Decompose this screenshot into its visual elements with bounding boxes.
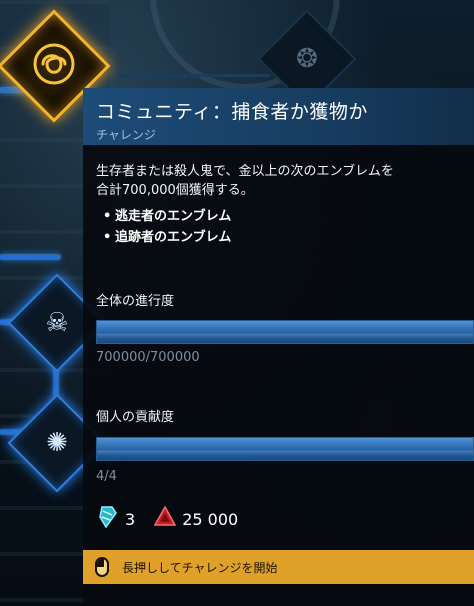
rift-fragment-icon (96, 505, 120, 533)
personal-contribution-bar (96, 437, 474, 461)
challenge-title: コミュニティ：捕食者か獲物か (96, 101, 368, 123)
reward-list: 3 25 000 (96, 505, 239, 533)
emblem-medallion-icon: ✺ (46, 428, 68, 458)
list-item: • 逃走者のエンブレム (103, 209, 232, 224)
personal-contribution-label: 個人の貢献度 (96, 410, 175, 425)
global-progress-value: 700000/700000 (96, 350, 200, 365)
global-progress-fill (97, 321, 473, 343)
hold-to-start-label: 長押ししてチャレンジを開始 (122, 561, 278, 575)
personal-contribution-fill (97, 438, 473, 460)
personal-contribution-value: 4/4 (96, 469, 117, 484)
hold-to-start-button[interactable]: 長押ししてチャレンジを開始 (83, 550, 474, 584)
challenge-type-label: チャレンジ (96, 128, 156, 142)
list-item: • 追跡者のエンブレム (103, 230, 232, 245)
tooltip-header: コミュニティ：捕食者か獲物か チャレンジ (83, 88, 474, 145)
auric-cell-amount: 25 000 (182, 509, 239, 529)
mouse-left-click-icon (95, 557, 109, 577)
global-progress-label: 全体の進行度 (96, 294, 175, 309)
board-path-line (0, 255, 60, 259)
auric-cell-icon (153, 505, 177, 533)
skull-icon: ☠ (45, 308, 69, 338)
challenge-tooltip: コミュニティ：捕食者か獲物か チャレンジ 生存者または殺人鬼で、金以上の次のエン… (83, 88, 474, 606)
intertwined-knot-icon (31, 41, 77, 91)
knot-icon: ❂ (296, 44, 318, 74)
global-progress-bar (96, 320, 474, 344)
requirement-chaser-emblem: 追跡者のエンブレム (115, 230, 232, 245)
requirement-escapist-emblem: 逃走者のエンブレム (115, 209, 232, 224)
board-path-line (120, 74, 270, 77)
emblem-requirement-list: • 逃走者のエンブレム • 追跡者のエンブレム (103, 206, 231, 248)
rift-fragment-amount: 3 (125, 509, 136, 529)
challenge-description: 生存者または殺人鬼で、金以上の次のエンブレムを合計700,000個獲得する。 (96, 164, 394, 198)
